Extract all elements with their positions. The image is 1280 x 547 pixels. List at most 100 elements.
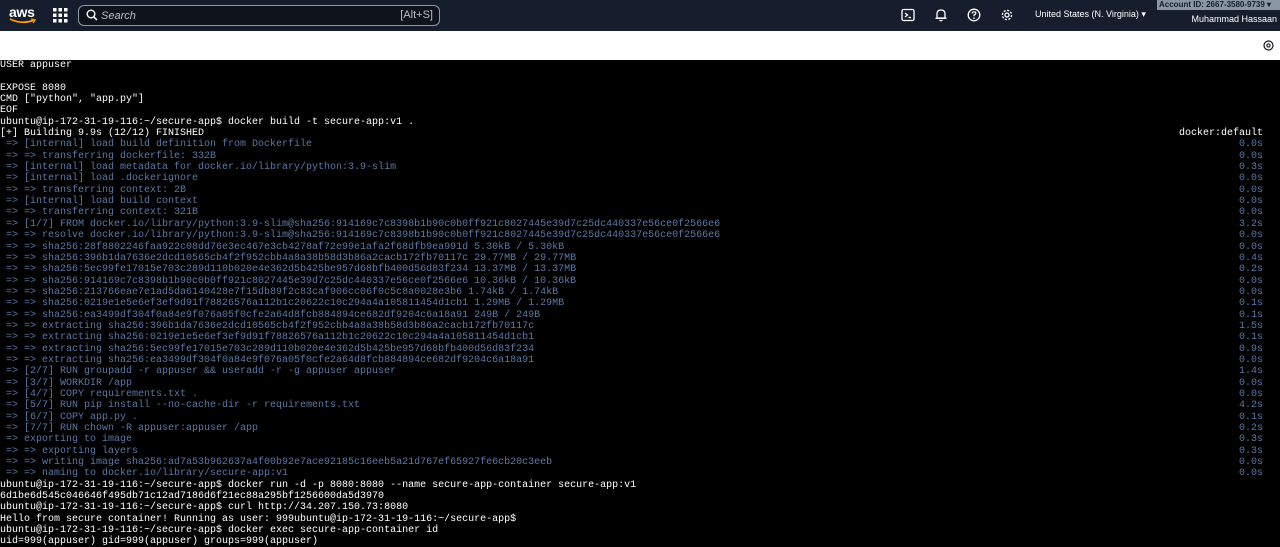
- help-icon[interactable]: [967, 8, 981, 22]
- terminal-line: EXPOSE 8080: [0, 83, 1280, 94]
- terminal-line: Hello from secure container! Running as …: [0, 514, 1280, 525]
- notifications-bell-icon[interactable]: [934, 8, 948, 22]
- terminal-line: => => transferring dockerfile: 332B 0.0s: [0, 151, 1280, 162]
- terminal-line: => [3/7] WORKDIR /app 0.0s: [0, 378, 1280, 389]
- terminal-line: => [internal] load metadata for docker.i…: [0, 162, 1280, 173]
- aws-logo[interactable]: aws: [9, 4, 37, 26]
- terminal-line-text: 6d1be6d545c046646f495db71c12ad7186d6f21e…: [0, 491, 385, 503]
- terminal-line-duration: 0.3s: [1238, 162, 1263, 174]
- terminal-line: ubuntu@ip-172-31-19-116:~/secure-app$ do…: [0, 117, 1280, 128]
- terminal-line-duration: 0.0s: [1238, 388, 1263, 400]
- terminal-line-duration: 0.0s: [1238, 354, 1263, 366]
- search-box[interactable]: [Alt+S]: [78, 5, 440, 26]
- aws-smile-icon: [9, 18, 37, 24]
- terminal-line: => [4/7] COPY requirements.txt . 0.0s: [0, 389, 1280, 400]
- cloudshell-icon[interactable]: [901, 8, 915, 22]
- terminal-line-duration: 0.2s: [1238, 264, 1263, 276]
- terminal-line-duration: 0.0s: [1238, 457, 1263, 469]
- terminal-line-duration: 0.0s: [1238, 275, 1263, 287]
- terminal-line-duration: 0.0s: [1238, 377, 1263, 389]
- terminal-line: ubuntu@ip-172-31-19-116:~/secure-app$ do…: [0, 525, 1280, 536]
- terminal-output[interactable]: USER appuser EXPOSE 8080 CMD ["python", "a…: [0, 60, 1280, 547]
- terminal-line-text: => => extracting sha256:5ec99fe17015e703…: [0, 343, 535, 355]
- settings-gear-icon[interactable]: [1000, 8, 1014, 22]
- terminal-line-text: => [7/7] RUN chown -R appuser:appuser /a…: [0, 423, 259, 434]
- terminal-line-text: => [4/7] COPY requirements.txt .: [0, 388, 199, 400]
- terminal-line: => [2/7] RUN groupadd -r appuser && user…: [0, 366, 1280, 377]
- terminal-line-text: => [internal] load metadata for docker.i…: [0, 162, 397, 174]
- terminal-line: => => extracting sha256:5ec99fe17015e703…: [0, 344, 1280, 355]
- session-settings-icon[interactable]: [1263, 40, 1274, 51]
- terminal-line-text: => => extracting sha256:0219e1e5e6ef3ef9…: [0, 332, 535, 344]
- search-input[interactable]: [101, 7, 371, 24]
- terminal-line: => => sha256:5ec99fe17015e703c289d110b02…: [0, 264, 1280, 275]
- terminal-line-duration: 4.2s: [1238, 400, 1263, 412]
- terminal-line: => => extracting sha256:ea3499df304f0a84…: [0, 355, 1280, 366]
- terminal-line-text: => => exporting layers: [0, 445, 139, 457]
- terminal-line-text: uid=999(appuser) gid=999(appuser) groups…: [0, 536, 319, 547]
- terminal-line-text: => => sha256:396b1da7636e2dcd10565cb4f2f…: [0, 252, 577, 264]
- terminal-line-text: => => sha256:ea3499df304f0a84e9f076a05f0…: [0, 309, 541, 321]
- terminal-line-text: => => extracting sha256:ea3499df304f0a84…: [0, 354, 535, 366]
- terminal-line-duration: 0.1s: [1238, 298, 1263, 310]
- terminal-line-duration: 0.4s: [1238, 252, 1263, 264]
- terminal-line-duration: docker:default: [1178, 128, 1263, 140]
- terminal-line: ubuntu@ip-172-31-19-116:~/secure-app$ do…: [0, 480, 1280, 491]
- terminal-line-text: => [internal] load build context: [0, 196, 199, 208]
- terminal-line-text: ubuntu@ip-172-31-19-116:~/secure-app$ cu…: [0, 502, 409, 514]
- terminal-line-text: EXPOSE 8080: [0, 82, 67, 94]
- terminal-line-duration: 0.0s: [1238, 230, 1263, 242]
- user-name[interactable]: Muhammad Hassaan: [1191, 14, 1277, 24]
- terminal-line-text: => [1/7] FROM docker.io/library/python:3…: [0, 218, 721, 230]
- terminal-line: => [6/7] COPY app.py . 0.1s: [0, 412, 1280, 423]
- terminal-line-text: => [3/7] WORKDIR /app: [0, 377, 133, 389]
- search-icon: [86, 9, 98, 21]
- terminal-line-text: => => sha256:213766eae7e1ad5da6140428e7f…: [0, 286, 559, 298]
- terminal-line: => => exporting layers 0.3s: [0, 446, 1280, 457]
- terminal-line-duration: 0.0s: [1238, 196, 1263, 208]
- account-id-menu[interactable]: Account ID: 2667-3580-9739 ▾: [1157, 0, 1280, 10]
- terminal-line-text: => => extracting sha256:396b1da7636e2dcd…: [0, 320, 535, 332]
- terminal-line-duration: 0.0s: [1238, 150, 1263, 162]
- terminal-line-text: ubuntu@ip-172-31-19-116:~/secure-app$ do…: [0, 479, 637, 491]
- terminal-line-text: => exporting to image: [0, 434, 133, 446]
- terminal-line: => => transferring context: 321B 0.0s: [0, 207, 1280, 218]
- terminal-line-duration: 0.1s: [1238, 332, 1263, 344]
- terminal-line: => => sha256:914169c7c8398b1b90c0b0ff921…: [0, 276, 1280, 287]
- terminal-line: => => sha256:28f8802246faa922c08dd76e3ec…: [0, 242, 1280, 253]
- terminal-line-text: => => transferring context: 2B: [0, 184, 187, 196]
- terminal-line: => => extracting sha256:0219e1e5e6ef3ef9…: [0, 332, 1280, 343]
- search-shortcut-hint: [Alt+S]: [400, 9, 433, 21]
- terminal-line: uid=999(appuser) gid=999(appuser) groups…: [0, 536, 1280, 547]
- terminal-line: => exporting to image 0.3s: [0, 434, 1280, 445]
- terminal-line-duration: 0.3s: [1238, 434, 1263, 446]
- terminal-line: => [internal] load build context 0.0s: [0, 196, 1280, 207]
- terminal-line-duration: 0.0s: [1238, 139, 1263, 151]
- terminal-line-duration: 0.9s: [1238, 343, 1263, 355]
- terminal-line-text: => => writing image sha256:ad7a53b962637…: [0, 457, 553, 469]
- terminal-line: => => extracting sha256:396b1da7636e2dcd…: [0, 321, 1280, 332]
- terminal-line: => [internal] load build definition from…: [0, 139, 1280, 150]
- terminal-line-duration: 0.0s: [1238, 286, 1263, 298]
- terminal-line: => [1/7] FROM docker.io/library/python:3…: [0, 219, 1280, 230]
- terminal-line-duration: 0.3s: [1238, 445, 1263, 457]
- terminal-line-duration: 0.2s: [1238, 423, 1263, 434]
- terminal-line-text: ubuntu@ip-172-31-19-116:~/secure-app$ do…: [0, 525, 439, 537]
- terminal-line: => => sha256:0219e1e5e6ef3ef9d91f7882657…: [0, 298, 1280, 309]
- terminal-line: 6d1be6d545c046646f495db71c12ad7186d6f21e…: [0, 491, 1280, 502]
- terminal-line-duration: 0.1s: [1238, 309, 1263, 321]
- terminal-line-text: USER appuser: [0, 60, 73, 71]
- terminal-line: EOF: [0, 105, 1280, 116]
- terminal-line-text: => [5/7] RUN pip install --no-cache-dir …: [0, 400, 361, 412]
- terminal-line: => [7/7] RUN chown -R appuser:appuser /a…: [0, 423, 1280, 434]
- session-toolbar: [0, 31, 1280, 60]
- terminal-line-duration: 0.0s: [1238, 184, 1263, 196]
- terminal-line-duration: 0.0s: [1238, 207, 1263, 219]
- terminal-line: => => sha256:ea3499df304f0a84e9f076a05f0…: [0, 310, 1280, 321]
- terminal-line-text: => [2/7] RUN groupadd -r appuser && user…: [0, 366, 397, 378]
- terminal-line-duration: 0.0s: [1238, 241, 1263, 253]
- services-grid-icon[interactable]: [53, 8, 68, 23]
- region-selector[interactable]: United States (N. Virginia) ▾: [1035, 9, 1146, 20]
- terminal-line: ubuntu@ip-172-31-19-116:~/secure-app$ cu…: [0, 502, 1280, 513]
